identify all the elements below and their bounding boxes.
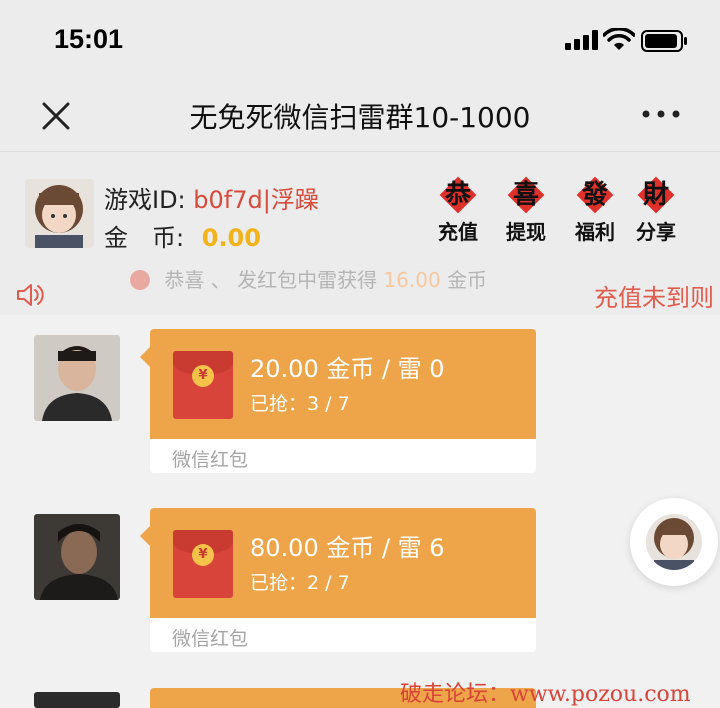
system-notice: 恭喜 、 发红包中雷获得 16.00 金币 <box>130 264 487 293</box>
status-time: 15:01 <box>54 24 124 54</box>
withdraw-button[interactable]: 喜 提现 <box>498 176 554 245</box>
speaker-icon[interactable] <box>16 282 44 308</box>
red-packet-message[interactable]: ¥ 20.00 金币 / 雷 0 已抢：3 / 7 微信红包 <box>140 329 536 473</box>
packet-kind: 微信红包 <box>172 449 249 471</box>
red-packet-message[interactable]: ¥ 80.00 金币 / 雷 6 已抢：2 / 7 微信红包 <box>140 508 536 652</box>
more-options-icon[interactable] <box>640 102 682 126</box>
welfare-label: 福利 <box>575 220 615 244</box>
avatar[interactable] <box>25 179 94 248</box>
signal-icon <box>565 30 598 50</box>
title-bar: 无免死微信扫雷群10-1000 <box>0 82 720 152</box>
notice-amount: 16.00 <box>383 268 441 292</box>
avatar[interactable] <box>34 692 120 708</box>
avatar <box>646 514 702 570</box>
marquee-text: 充值未到则 <box>594 284 714 312</box>
share-label: 分享 <box>636 220 676 244</box>
packet-grabbed: 已抢：3 / 7 <box>250 393 350 415</box>
wifi-icon <box>603 28 635 50</box>
red-envelope-icon: ¥ <box>173 351 233 419</box>
withdraw-label: 提现 <box>506 220 546 244</box>
cai-icon: 財 <box>637 176 675 214</box>
game-id-value: b0f7d|浮躁 <box>193 186 319 214</box>
page-title: 无免死微信扫雷群10-1000 <box>189 101 531 134</box>
red-envelope-icon: ¥ <box>173 530 233 598</box>
game-id-label: 游戏ID: <box>104 186 186 214</box>
status-bar: 15:01 <box>0 0 720 82</box>
fa-icon: 發 <box>576 176 614 214</box>
floating-avatar-button[interactable] <box>630 498 718 586</box>
coin-balance: 金 币: 0.00 <box>104 218 261 253</box>
share-button[interactable]: 財 分享 <box>628 176 684 245</box>
notice-icon <box>130 270 150 290</box>
welfare-button[interactable]: 發 福利 <box>567 176 623 245</box>
packet-kind: 微信红包 <box>172 628 249 650</box>
xi-icon: 喜 <box>507 176 545 214</box>
profile-header: 游戏ID: b0f7d|浮躁 金 币: 0.00 恭 充值 喜 提现 發 福利 … <box>0 152 720 315</box>
avatar[interactable] <box>34 335 120 421</box>
recharge-label: 充值 <box>438 220 478 244</box>
packet-amount: 80.00 金币 / 雷 6 <box>250 534 445 562</box>
recharge-button[interactable]: 恭 充值 <box>430 176 486 245</box>
avatar[interactable] <box>34 514 120 600</box>
close-icon[interactable] <box>38 98 74 134</box>
coin-value: 0.00 <box>201 224 261 252</box>
battery-icon <box>641 30 687 52</box>
game-id: 游戏ID: b0f7d|浮躁 <box>104 180 319 215</box>
gong-icon: 恭 <box>439 176 477 214</box>
watermark: 破走论坛：www.pozou.com <box>400 682 691 707</box>
packet-grabbed: 已抢：2 / 7 <box>250 572 350 594</box>
packet-amount: 20.00 金币 / 雷 0 <box>250 355 445 383</box>
coin-label: 金 币: <box>104 224 185 252</box>
